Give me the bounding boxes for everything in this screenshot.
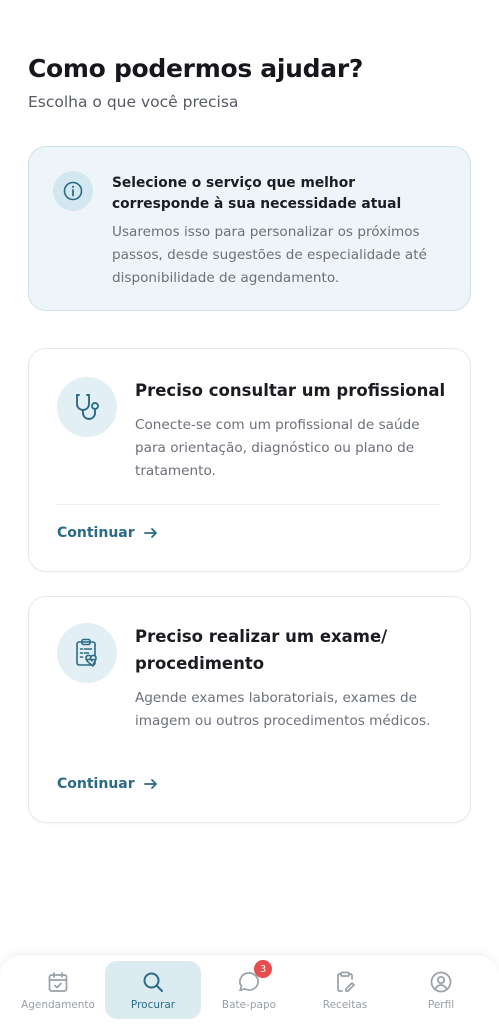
nav-label: Receitas: [322, 999, 368, 1011]
info-icon: [53, 171, 93, 211]
nav-label: Procurar: [130, 999, 176, 1011]
nav-label: Agendamento: [21, 999, 95, 1011]
continue-label: Continuar: [57, 776, 135, 792]
arrow-right-icon: [143, 779, 157, 789]
page-title: Como podermos ajudar?: [28, 54, 364, 83]
nav-item-perfil[interactable]: Perfil: [393, 961, 489, 1019]
nav-item-bate-papo[interactable]: 3 Bate-papo: [201, 960, 297, 1019]
divider: [57, 504, 440, 505]
chat-icon: 3: [236, 960, 272, 995]
bottom-nav: Agendamento Procurar 3 Bate-papo Receita…: [0, 954, 499, 1024]
info-card: Selecione o serviço que melhor correspon…: [28, 146, 471, 311]
search-icon: [140, 969, 166, 995]
nav-item-procurar[interactable]: Procurar: [105, 961, 201, 1019]
option-title: Preciso consultar um profissional: [135, 381, 446, 400]
nav-item-agendamento[interactable]: Agendamento: [10, 961, 106, 1019]
nav-label: Perfil: [427, 999, 455, 1011]
calendar-check-icon: [45, 969, 71, 995]
option-description: Conecte-se com um profissional de saúde …: [135, 417, 420, 479]
continue-button-exam[interactable]: Continuar: [57, 776, 159, 792]
clipboard-heart-icon: [57, 623, 117, 683]
nav-item-receitas[interactable]: Receitas: [297, 961, 393, 1019]
info-body: Usaremos isso para personalizar os próxi…: [112, 224, 427, 286]
continue-button-consult[interactable]: Continuar: [57, 525, 159, 541]
option-card-consult[interactable]: Preciso consultar um profissional Conect…: [28, 348, 471, 572]
prescription-icon: [332, 969, 358, 995]
nav-label: Bate-papo: [221, 999, 277, 1011]
info-title: Selecione o serviço que melhor correspon…: [112, 175, 402, 212]
option-description: Agende exames laboratoriais, exames de i…: [135, 690, 431, 729]
stethoscope-icon: [57, 377, 117, 437]
unread-badge: 3: [254, 960, 272, 978]
profile-icon: [428, 969, 454, 995]
option-title: Preciso realizar um exame/ procedimento: [135, 627, 388, 673]
page-subtitle: Escolha o que você precisa: [28, 93, 239, 111]
arrow-right-icon: [143, 528, 157, 538]
option-card-exam[interactable]: Preciso realizar um exame/ procedimento …: [28, 596, 471, 823]
continue-label: Continuar: [57, 525, 135, 541]
